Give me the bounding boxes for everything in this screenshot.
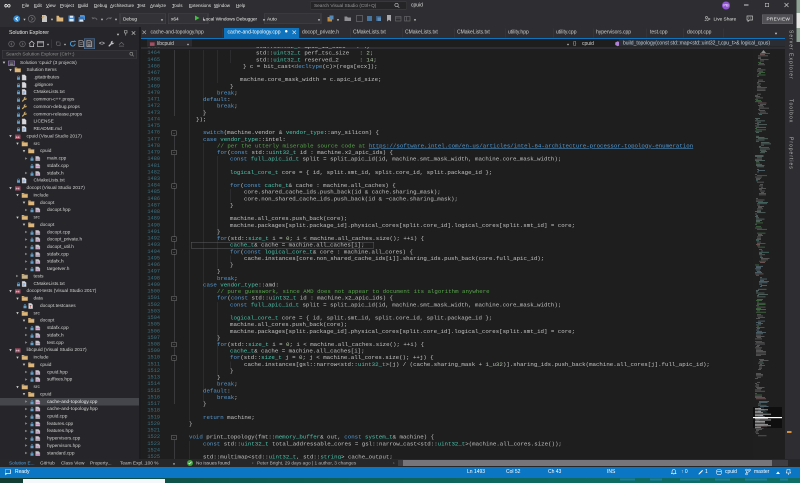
svg-text:h: h xyxy=(36,172,38,176)
svg-text:++: ++ xyxy=(16,290,20,294)
svg-text:++: ++ xyxy=(36,342,40,346)
svg-text:h: h xyxy=(36,445,38,449)
svg-text:++: ++ xyxy=(36,253,40,257)
svg-text:++: ++ xyxy=(36,231,40,235)
svg-text:++: ++ xyxy=(16,135,20,139)
svg-text:++: ++ xyxy=(36,327,40,331)
svg-text:++: ++ xyxy=(36,165,40,169)
svg-text:++: ++ xyxy=(36,423,40,427)
svg-text:h: h xyxy=(36,268,38,272)
svg-text:h: h xyxy=(36,371,38,375)
svg-text:h: h xyxy=(36,378,38,382)
svg-text:++: ++ xyxy=(36,401,40,405)
svg-text:h: h xyxy=(36,408,38,412)
svg-text:++: ++ xyxy=(36,415,40,419)
svg-text:h: h xyxy=(36,430,38,434)
svg-text:++: ++ xyxy=(16,349,20,353)
svg-text:++: ++ xyxy=(36,437,40,441)
svg-text:h: h xyxy=(36,238,38,242)
svg-text:++: ++ xyxy=(36,452,40,456)
svg-text:++: ++ xyxy=(16,187,20,191)
svg-text:++: ++ xyxy=(36,157,40,161)
svg-text:h: h xyxy=(36,260,38,264)
svg-text:h: h xyxy=(36,209,38,213)
svg-text:h: h xyxy=(36,334,38,338)
svg-text:h: h xyxy=(36,246,38,250)
